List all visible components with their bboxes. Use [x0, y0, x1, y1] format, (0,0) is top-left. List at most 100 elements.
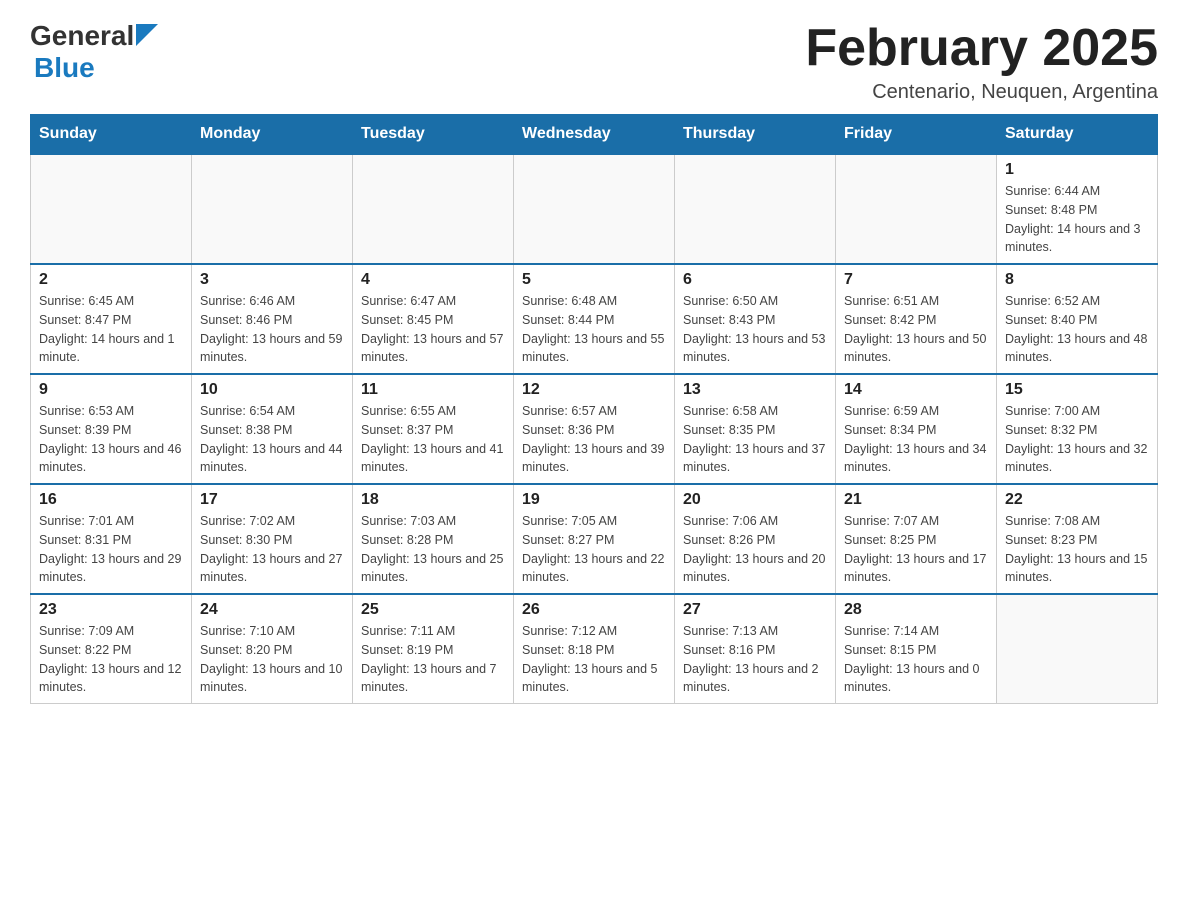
day-info: Sunrise: 6:45 AM Sunset: 8:47 PM Dayligh…: [39, 292, 183, 367]
calendar-cell: 9 Sunrise: 6:53 AM Sunset: 8:39 PM Daylig…: [31, 374, 192, 484]
logo: General Blue: [30, 20, 158, 84]
calendar-subtitle: Centenario, Neuquen, Argentina: [805, 81, 1158, 104]
title-area: February 2025 Centenario, Neuquen, Argen…: [805, 20, 1158, 104]
day-info: Sunrise: 6:47 AM Sunset: 8:45 PM Dayligh…: [361, 292, 505, 367]
weekday-header-sunday: Sunday: [31, 115, 192, 155]
day-info: Sunrise: 7:01 AM Sunset: 8:31 PM Dayligh…: [39, 512, 183, 587]
day-info: Sunrise: 7:12 AM Sunset: 8:18 PM Dayligh…: [522, 622, 666, 697]
day-info: Sunrise: 7:10 AM Sunset: 8:20 PM Dayligh…: [200, 622, 344, 697]
day-info: Sunrise: 7:02 AM Sunset: 8:30 PM Dayligh…: [200, 512, 344, 587]
day-number: 28: [844, 601, 988, 619]
calendar-cell: [31, 154, 192, 264]
day-info: Sunrise: 7:06 AM Sunset: 8:26 PM Dayligh…: [683, 512, 827, 587]
weekday-header-monday: Monday: [192, 115, 353, 155]
day-info: Sunrise: 6:52 AM Sunset: 8:40 PM Dayligh…: [1005, 292, 1149, 367]
weekday-header-tuesday: Tuesday: [353, 115, 514, 155]
calendar-cell: 1 Sunrise: 6:44 AM Sunset: 8:48 PM Daylig…: [997, 154, 1158, 264]
weekday-header-friday: Friday: [836, 115, 997, 155]
day-info: Sunrise: 7:09 AM Sunset: 8:22 PM Dayligh…: [39, 622, 183, 697]
day-number: 22: [1005, 491, 1149, 509]
day-number: 25: [361, 601, 505, 619]
calendar-cell: 17Sunrise: 7:02 AM Sunset: 8:30 PM Dayli…: [192, 484, 353, 594]
day-number: 19: [522, 491, 666, 509]
calendar-cell: 11 Sunrise: 6:55 AM Sunset: 8:37 PM Dayli…: [353, 374, 514, 484]
day-info: Sunrise: 6:57 AM Sunset: 8:36 PM Dayligh…: [522, 402, 666, 477]
calendar-week-row: 9 Sunrise: 6:53 AM Sunset: 8:39 PM Daylig…: [31, 374, 1158, 484]
calendar-cell: 18 Sunrise: 7:03 AM Sunset: 8:28 PM Dayli…: [353, 484, 514, 594]
calendar-cell: 5Sunrise: 6:48 AM Sunset: 8:44 PM Daylig…: [514, 264, 675, 374]
day-number: 2: [39, 271, 183, 289]
day-number: 15: [1005, 381, 1149, 399]
logo-general-text: General: [30, 20, 134, 52]
calendar-cell: [997, 594, 1158, 704]
day-info: Sunrise: 7:14 AM Sunset: 8:15 PM Dayligh…: [844, 622, 988, 697]
day-info: Sunrise: 6:55 AM Sunset: 8:37 PM Dayligh…: [361, 402, 505, 477]
calendar-cell: 19 Sunrise: 7:05 AM Sunset: 8:27 PM Dayli…: [514, 484, 675, 594]
day-info: Sunrise: 6:44 AM Sunset: 8:48 PM Dayligh…: [1005, 182, 1149, 257]
calendar-cell: [836, 154, 997, 264]
day-number: 26: [522, 601, 666, 619]
day-number: 12: [522, 381, 666, 399]
day-number: 7: [844, 271, 988, 289]
calendar-cell: 10Sunrise: 6:54 AM Sunset: 8:38 PM Dayli…: [192, 374, 353, 484]
weekday-header-thursday: Thursday: [675, 115, 836, 155]
calendar-cell: 27 Sunrise: 7:13 AM Sunset: 8:16 PM Dayli…: [675, 594, 836, 704]
day-number: 9: [39, 381, 183, 399]
weekday-header-saturday: Saturday: [997, 115, 1158, 155]
day-info: Sunrise: 7:03 AM Sunset: 8:28 PM Dayligh…: [361, 512, 505, 587]
day-info: Sunrise: 7:08 AM Sunset: 8:23 PM Dayligh…: [1005, 512, 1149, 587]
calendar-table: SundayMondayTuesdayWednesdayThursdayFrid…: [30, 114, 1158, 704]
day-number: 4: [361, 271, 505, 289]
day-info: Sunrise: 6:50 AM Sunset: 8:43 PM Dayligh…: [683, 292, 827, 367]
calendar-cell: 15Sunrise: 7:00 AM Sunset: 8:32 PM Dayli…: [997, 374, 1158, 484]
calendar-cell: 25 Sunrise: 7:11 AM Sunset: 8:19 PM Dayli…: [353, 594, 514, 704]
day-number: 1: [1005, 161, 1149, 179]
calendar-cell: 16 Sunrise: 7:01 AM Sunset: 8:31 PM Dayli…: [31, 484, 192, 594]
calendar-week-row: 2 Sunrise: 6:45 AM Sunset: 8:47 PM Daylig…: [31, 264, 1158, 374]
calendar-cell: 14Sunrise: 6:59 AM Sunset: 8:34 PM Dayli…: [836, 374, 997, 484]
day-number: 14: [844, 381, 988, 399]
calendar-cell: 24 Sunrise: 7:10 AM Sunset: 8:20 PM Dayli…: [192, 594, 353, 704]
day-info: Sunrise: 6:58 AM Sunset: 8:35 PM Dayligh…: [683, 402, 827, 477]
calendar-cell: 12 Sunrise: 6:57 AM Sunset: 8:36 PM Dayli…: [514, 374, 675, 484]
calendar-cell: 23 Sunrise: 7:09 AM Sunset: 8:22 PM Dayli…: [31, 594, 192, 704]
day-number: 23: [39, 601, 183, 619]
day-info: Sunrise: 7:11 AM Sunset: 8:19 PM Dayligh…: [361, 622, 505, 697]
day-number: 21: [844, 491, 988, 509]
calendar-cell: 2 Sunrise: 6:45 AM Sunset: 8:47 PM Daylig…: [31, 264, 192, 374]
calendar-cell: 4 Sunrise: 6:47 AM Sunset: 8:45 PM Daylig…: [353, 264, 514, 374]
day-info: Sunrise: 7:07 AM Sunset: 8:25 PM Dayligh…: [844, 512, 988, 587]
calendar-cell: 20 Sunrise: 7:06 AM Sunset: 8:26 PM Dayli…: [675, 484, 836, 594]
calendar-week-row: 16 Sunrise: 7:01 AM Sunset: 8:31 PM Dayli…: [31, 484, 1158, 594]
day-number: 20: [683, 491, 827, 509]
logo-triangle-icon: [136, 24, 158, 46]
calendar-cell: 6 Sunrise: 6:50 AM Sunset: 8:43 PM Daylig…: [675, 264, 836, 374]
calendar-cell: 26 Sunrise: 7:12 AM Sunset: 8:18 PM Dayli…: [514, 594, 675, 704]
calendar-week-row: 1 Sunrise: 6:44 AM Sunset: 8:48 PM Daylig…: [31, 154, 1158, 264]
calendar-cell: 22 Sunrise: 7:08 AM Sunset: 8:23 PM Dayli…: [997, 484, 1158, 594]
calendar-cell: [192, 154, 353, 264]
calendar-cell: 13 Sunrise: 6:58 AM Sunset: 8:35 PM Dayli…: [675, 374, 836, 484]
day-number: 16: [39, 491, 183, 509]
day-number: 5: [522, 271, 666, 289]
day-number: 6: [683, 271, 827, 289]
calendar-cell: 3Sunrise: 6:46 AM Sunset: 8:46 PM Daylig…: [192, 264, 353, 374]
day-info: Sunrise: 7:13 AM Sunset: 8:16 PM Dayligh…: [683, 622, 827, 697]
day-number: 13: [683, 381, 827, 399]
calendar-cell: [353, 154, 514, 264]
calendar-cell: 21 Sunrise: 7:07 AM Sunset: 8:25 PM Dayli…: [836, 484, 997, 594]
day-info: Sunrise: 6:51 AM Sunset: 8:42 PM Dayligh…: [844, 292, 988, 367]
day-info: Sunrise: 7:05 AM Sunset: 8:27 PM Dayligh…: [522, 512, 666, 587]
day-number: 24: [200, 601, 344, 619]
day-number: 18: [361, 491, 505, 509]
day-info: Sunrise: 6:53 AM Sunset: 8:39 PM Dayligh…: [39, 402, 183, 477]
calendar-cell: 7 Sunrise: 6:51 AM Sunset: 8:42 PM Daylig…: [836, 264, 997, 374]
day-number: 27: [683, 601, 827, 619]
day-number: 3: [200, 271, 344, 289]
calendar-week-row: 23 Sunrise: 7:09 AM Sunset: 8:22 PM Dayli…: [31, 594, 1158, 704]
day-number: 11: [361, 381, 505, 399]
day-number: 10: [200, 381, 344, 399]
weekday-header-row: SundayMondayTuesdayWednesdayThursdayFrid…: [31, 115, 1158, 155]
logo-blue-text: Blue: [34, 52, 95, 84]
calendar-title: February 2025: [805, 20, 1158, 77]
